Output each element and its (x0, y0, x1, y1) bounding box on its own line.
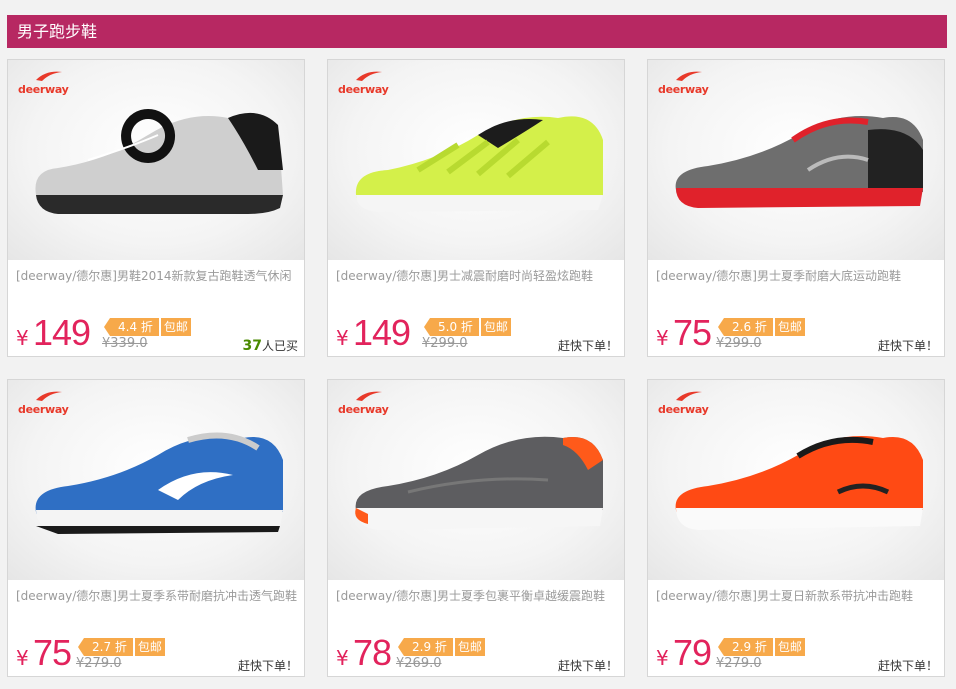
brand-logo: deerway (658, 70, 718, 100)
original-price: ¥279.0 (76, 656, 122, 671)
brand-logo: deerway (338, 70, 398, 100)
original-price: ¥279.0 (716, 656, 762, 671)
price-row: ¥ 149 5.0 折包邮 ¥299.0 赶快下单！ (336, 310, 620, 354)
discount-badge: 4.4 折 (104, 318, 159, 336)
discount-badge: 2.9 折 (718, 638, 773, 656)
product-card[interactable]: deerway [deerway/德尔惠]男士夏季系带耐磨抗冲击透气跑鞋 ¥ 7… (7, 379, 305, 677)
free-shipping-badge: 包邮 (160, 318, 191, 336)
price: 149 (33, 312, 91, 353)
product-image[interactable]: deerway (8, 380, 304, 580)
deerway-swoosh-icon (356, 391, 382, 401)
order-now-note: 赶快下单！ (877, 339, 938, 353)
product-title[interactable]: [deerway/德尔惠]男士夏季包裹平衡卓越缓震跑鞋 (336, 587, 620, 604)
free-shipping-badge: 包邮 (774, 318, 805, 336)
deerway-swoosh-icon (676, 71, 702, 81)
free-shipping-badge: 包邮 (774, 638, 805, 656)
shoe-grey-red-icon (675, 116, 923, 208)
deerway-swoosh-icon (676, 391, 702, 401)
order-now-note: 赶快下单！ (237, 659, 298, 673)
shoe-blue-icon (35, 432, 283, 534)
free-shipping-badge: 包邮 (454, 638, 485, 656)
discount-badge: 2.6 折 (718, 318, 773, 336)
product-title[interactable]: [deerway/德尔惠]男鞋2014新款复古跑鞋透气休闲 (16, 267, 300, 284)
order-now-note: 赶快下单！ (557, 659, 618, 673)
original-price: ¥269.0 (396, 656, 442, 671)
discount-badge: 2.9 折 (398, 638, 453, 656)
original-price: ¥299.0 (716, 336, 762, 351)
product-image[interactable]: deerway (328, 60, 624, 260)
product-image[interactable]: deerway (648, 60, 944, 260)
price-row: ¥ 75 2.6 折包邮 ¥299.0 赶快下单！ (656, 310, 940, 354)
deerway-swoosh-icon (36, 71, 62, 81)
product-card[interactable]: deerway [deerway/德尔惠]男士夏季包裹平衡卓越缓震跑鞋 ¥ 78… (327, 379, 625, 677)
deerway-swoosh-icon (356, 71, 382, 81)
product-image[interactable]: deerway (328, 380, 624, 580)
product-card[interactable]: deerway [deerway/德尔惠]男士夏季耐磨大底运动跑鞋 ¥ 75 2… (647, 59, 945, 357)
product-image[interactable]: deerway (648, 380, 944, 580)
product-title[interactable]: [deerway/德尔惠]男士夏季系带耐磨抗冲击透气跑鞋 (16, 587, 300, 604)
price-row: ¥ 149 4.4 折包邮 ¥339.0 37人已买 (16, 310, 300, 354)
section-title: 男子跑步鞋 (7, 15, 947, 48)
currency-symbol: ¥ (16, 326, 29, 350)
shoe-orange-icon (675, 436, 923, 530)
price: 75 (33, 632, 72, 673)
brand-logo: deerway (658, 390, 718, 420)
brand-logo: deerway (18, 390, 78, 420)
sold-count: 37人已买 (242, 338, 299, 354)
product-card[interactable]: deerway [deerway/德尔惠]男士减震耐磨时尚轻盈炫跑鞋 ¥ 149… (327, 59, 625, 357)
brand-logo: deerway (18, 70, 78, 100)
original-price: ¥299.0 (422, 336, 468, 351)
product-card[interactable]: deerway [deerway/德尔惠]男士夏日新款系带抗冲击跑鞋 ¥ 79 … (647, 379, 945, 677)
shoe-grey-icon (35, 109, 283, 214)
shoe-lime-icon (355, 116, 603, 212)
discount-badge: 2.7 折 (78, 638, 133, 656)
product-card[interactable]: deerway [deerway/德尔惠]男鞋2014新款复古跑鞋透气休闲 ¥ … (7, 59, 305, 357)
currency-symbol: ¥ (336, 326, 349, 350)
deerway-swoosh-icon (36, 391, 62, 401)
price: 79 (673, 632, 712, 673)
currency-symbol: ¥ (336, 646, 349, 670)
price-row: ¥ 79 2.9 折包邮 ¥279.0 赶快下单！ (656, 630, 940, 674)
price: 78 (353, 632, 392, 673)
price-row: ¥ 78 2.9 折包邮 ¥269.0 赶快下单！ (336, 630, 620, 674)
price: 149 (353, 312, 411, 353)
shoe-grey-orange-icon (355, 436, 603, 530)
original-price: ¥339.0 (102, 336, 148, 351)
product-title[interactable]: [deerway/德尔惠]男士夏季耐磨大底运动跑鞋 (656, 267, 940, 284)
brand-logo: deerway (338, 390, 398, 420)
price-row: ¥ 75 2.7 折包邮 ¥279.0 赶快下单！ (16, 630, 300, 674)
free-shipping-badge: 包邮 (480, 318, 511, 336)
product-title[interactable]: [deerway/德尔惠]男士减震耐磨时尚轻盈炫跑鞋 (336, 267, 620, 284)
product-image[interactable]: deerway (8, 60, 304, 260)
currency-symbol: ¥ (656, 646, 669, 670)
order-now-note: 赶快下单！ (557, 339, 618, 353)
order-now-note: 赶快下单！ (877, 659, 938, 673)
discount-badge: 5.0 折 (424, 318, 479, 336)
currency-symbol: ¥ (16, 646, 29, 670)
product-title[interactable]: [deerway/德尔惠]男士夏日新款系带抗冲击跑鞋 (656, 587, 940, 604)
currency-symbol: ¥ (656, 326, 669, 350)
free-shipping-badge: 包邮 (134, 638, 165, 656)
price: 75 (673, 312, 712, 353)
